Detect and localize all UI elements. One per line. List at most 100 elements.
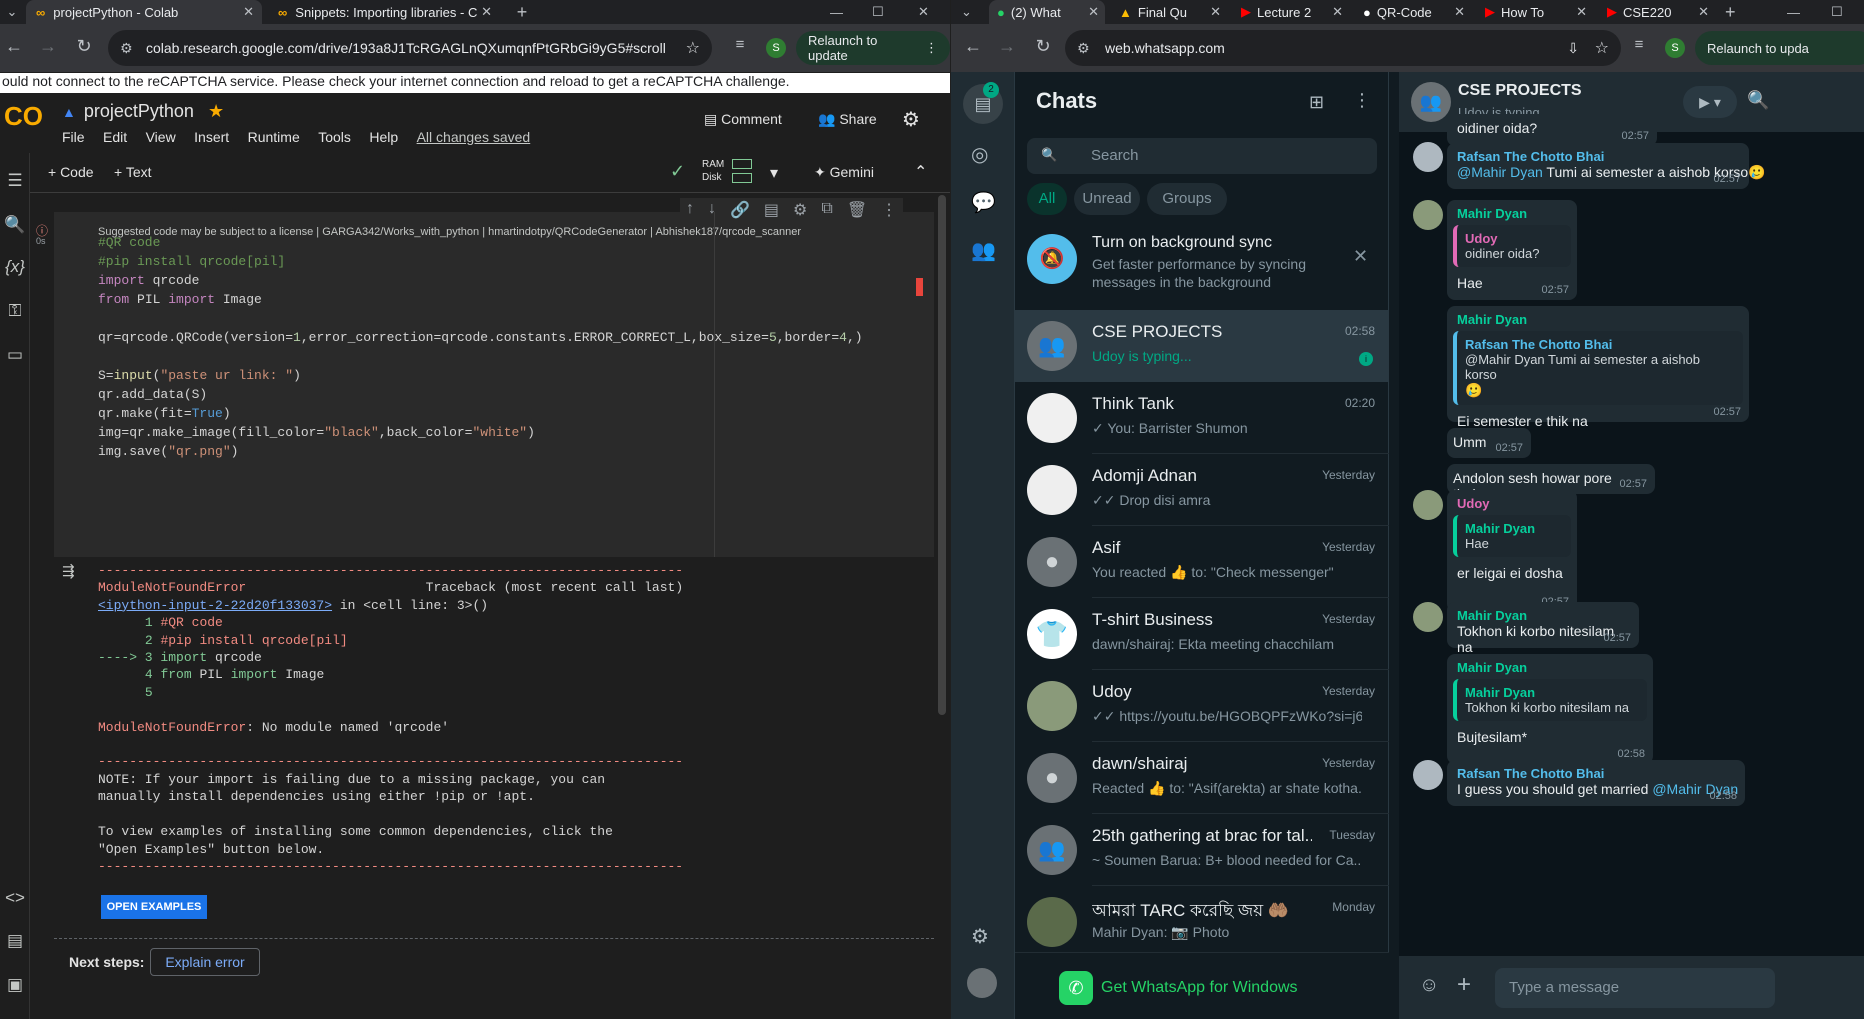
- terminal-icon[interactable]: ▣: [3, 975, 27, 999]
- minimize-icon[interactable]: —: [1787, 0, 1807, 24]
- video-call-icon[interactable]: ▶ ▾: [1683, 86, 1737, 118]
- install-app-icon[interactable]: ⇩: [1567, 40, 1579, 57]
- tab-search-icon[interactable]: ⌄: [961, 0, 985, 24]
- collapse-chevron-icon[interactable]: ⌃: [914, 162, 927, 182]
- emoji-icon[interactable]: ☺: [1419, 974, 1439, 997]
- tab-final-quiz[interactable]: ▲ Final Qu ✕: [1111, 0, 1227, 24]
- message-bubble[interactable]: Rafsan The Chotto Bhai I guess you shoul…: [1447, 760, 1745, 806]
- new-chat-icon[interactable]: ⊞: [1309, 92, 1324, 113]
- tab-search-icon[interactable]: ⌄: [0, 0, 24, 24]
- message-bubble[interactable]: Rafsan The Chotto Bhai @Mahir Dyan Tumi …: [1447, 143, 1766, 189]
- tab-cse220[interactable]: ▶ CSE220 ✕: [1599, 0, 1715, 24]
- message-bubble[interactable]: Udoy Mahir DyanHae er leigai ei dosha 02…: [1447, 490, 1577, 612]
- move-up-icon[interactable]: ↑: [686, 200, 694, 220]
- chat-item-tshirt[interactable]: 👕 T-shirt Business dawn/shairaj: Ekta me…: [1015, 598, 1389, 670]
- close-icon[interactable]: ✕: [1088, 4, 1099, 20]
- forward-icon[interactable]: →: [995, 36, 1019, 57]
- command-palette-icon[interactable]: ▤: [3, 931, 27, 955]
- media-icon[interactable]: ≡: [1627, 36, 1651, 53]
- traceback-link[interactable]: <ipython-input-2-22d20f133037>: [98, 598, 332, 613]
- site-info-icon[interactable]: ⚙: [120, 40, 133, 57]
- secrets-key-icon[interactable]: ⚿: [3, 301, 27, 325]
- search-icon[interactable]: 🔍: [3, 215, 27, 239]
- files-folder-icon[interactable]: ▭: [3, 345, 27, 369]
- maximize-icon[interactable]: ☐: [872, 0, 892, 24]
- more-vert-icon[interactable]: ⋮: [1353, 90, 1371, 111]
- profile-avatar[interactable]: S: [1665, 38, 1685, 58]
- quoted-message[interactable]: Rafsan The Chotto Bhai @Mahir Dyan Tumi a…: [1453, 331, 1743, 405]
- message-bubble[interactable]: Mahir Dyan Udoy oidiner oida? Hae 02:57: [1447, 200, 1577, 300]
- add-text-button[interactable]: + Text: [114, 164, 152, 180]
- more-vert-icon[interactable]: ⋮: [881, 200, 897, 220]
- message-bubble[interactable]: Mahir Dyan Rafsan The Chotto Bhai @Mahir …: [1447, 306, 1749, 429]
- sender-avatar[interactable]: [1413, 602, 1443, 632]
- close-icon[interactable]: ✕: [243, 4, 254, 20]
- delete-icon[interactable]: 🗑: [847, 200, 867, 220]
- sender-avatar[interactable]: [1413, 200, 1443, 230]
- quoted-message[interactable]: Udoy oidiner oida?: [1453, 225, 1571, 267]
- minimize-icon[interactable]: —: [830, 0, 850, 24]
- menu-file[interactable]: File: [62, 129, 85, 145]
- share-button[interactable]: 👥 Share: [818, 111, 877, 128]
- chat-item-udoy[interactable]: Udoy ✓✓ https://youtu.be/HGOBQPFzWKo?si=…: [1015, 670, 1389, 742]
- menu-runtime[interactable]: Runtime: [248, 129, 300, 145]
- mirror-cell-icon[interactable]: ⧉: [821, 200, 832, 220]
- menu-view[interactable]: View: [146, 129, 176, 145]
- close-window-icon[interactable]: ✕: [918, 0, 938, 24]
- site-info-icon[interactable]: ⚙: [1077, 40, 1090, 57]
- attach-plus-icon[interactable]: +: [1457, 971, 1471, 999]
- menu-edit[interactable]: Edit: [103, 129, 127, 145]
- tab-howto[interactable]: ▶ How To ✕: [1477, 0, 1593, 24]
- forward-icon[interactable]: →: [36, 36, 60, 57]
- tab-colab[interactable]: ∞ projectPython - Colab ✕: [26, 0, 262, 24]
- resource-meter[interactable]: RAM Disk: [702, 158, 724, 184]
- close-icon[interactable]: ✕: [1698, 4, 1709, 20]
- close-icon[interactable]: ✕: [481, 4, 492, 20]
- cell-settings-icon[interactable]: ⚙: [793, 200, 807, 220]
- saved-status[interactable]: All changes saved: [417, 129, 531, 145]
- runtime-dropdown-icon[interactable]: ▾: [770, 163, 778, 183]
- message-bubble[interactable]: Umm 02:57: [1447, 428, 1531, 458]
- reload-icon[interactable]: ↻: [72, 36, 96, 57]
- reload-icon[interactable]: ↻: [1031, 36, 1055, 57]
- bookmark-star-icon[interactable]: ☆: [686, 38, 700, 58]
- close-icon[interactable]: ✕: [1210, 4, 1221, 20]
- my-profile-avatar[interactable]: [967, 968, 997, 998]
- tab-snippets[interactable]: ∞ Snippets: Importing libraries - C ✕: [264, 0, 500, 24]
- back-icon[interactable]: ←: [961, 36, 985, 57]
- tab-whatsapp[interactable]: ● (2) What ✕: [989, 0, 1105, 24]
- communities-icon[interactable]: 👥: [971, 238, 996, 263]
- filter-groups[interactable]: Groups: [1147, 183, 1227, 215]
- message-bubble[interactable]: oidiner oida? 02:57: [1447, 114, 1657, 146]
- relaunch-button[interactable]: Relaunch to upda: [1695, 31, 1864, 65]
- open-examples-button[interactable]: OPEN EXAMPLES: [101, 895, 207, 919]
- menu-tools[interactable]: Tools: [318, 129, 351, 145]
- menu-help[interactable]: Help: [369, 129, 398, 145]
- menu-insert[interactable]: Insert: [194, 129, 229, 145]
- channels-icon[interactable]: 💬: [971, 190, 996, 215]
- notebook-title[interactable]: ▲ projectPython ★: [62, 101, 224, 122]
- notebook-name[interactable]: projectPython: [84, 101, 194, 122]
- get-windows-banner[interactable]: ✆ Get WhatsApp for Windows: [1015, 952, 1389, 1019]
- comment-icon[interactable]: ▤: [764, 200, 779, 220]
- gemini-button[interactable]: ✦ Gemini: [814, 164, 874, 181]
- message-bubble[interactable]: Mahir Dyan Mahir Dyan Tokhon ki korbo nit…: [1447, 654, 1653, 764]
- mention[interactable]: @Mahir Dyan: [1457, 164, 1543, 180]
- tab-qrcode[interactable]: ● QR-Code ✕: [1355, 0, 1471, 24]
- chat-item-adomji[interactable]: Adomji Adnan ✓✓ Drop disi amra Yesterday: [1015, 454, 1389, 526]
- colab-logo-icon[interactable]: CO: [4, 103, 48, 129]
- maximize-icon[interactable]: ☐: [1831, 0, 1851, 24]
- chat-item-cse-projects[interactable]: 👥 CSE PROJECTS Udoy is typing... 02:58 i: [1015, 310, 1389, 382]
- message-input[interactable]: Type a message: [1495, 968, 1775, 1008]
- search-icon[interactable]: 🔍: [1747, 90, 1769, 111]
- chat-item-tarc[interactable]: আমরা TARC করেছি জয় 🤲🏽 Mahir Dyan: 📷 Pho…: [1015, 886, 1389, 958]
- back-icon[interactable]: ←: [2, 36, 26, 57]
- quoted-message[interactable]: Mahir Dyan Tokhon ki korbo nitesilam na: [1453, 679, 1647, 721]
- close-icon[interactable]: ✕: [1332, 4, 1343, 20]
- star-icon[interactable]: ★: [208, 101, 224, 122]
- new-tab-button[interactable]: +: [510, 0, 534, 24]
- settings-gear-icon[interactable]: ⚙: [971, 924, 989, 949]
- filter-unread[interactable]: Unread: [1074, 183, 1140, 215]
- close-icon[interactable]: ✕: [1576, 4, 1587, 20]
- quoted-message[interactable]: Mahir Dyan Hae: [1453, 515, 1571, 557]
